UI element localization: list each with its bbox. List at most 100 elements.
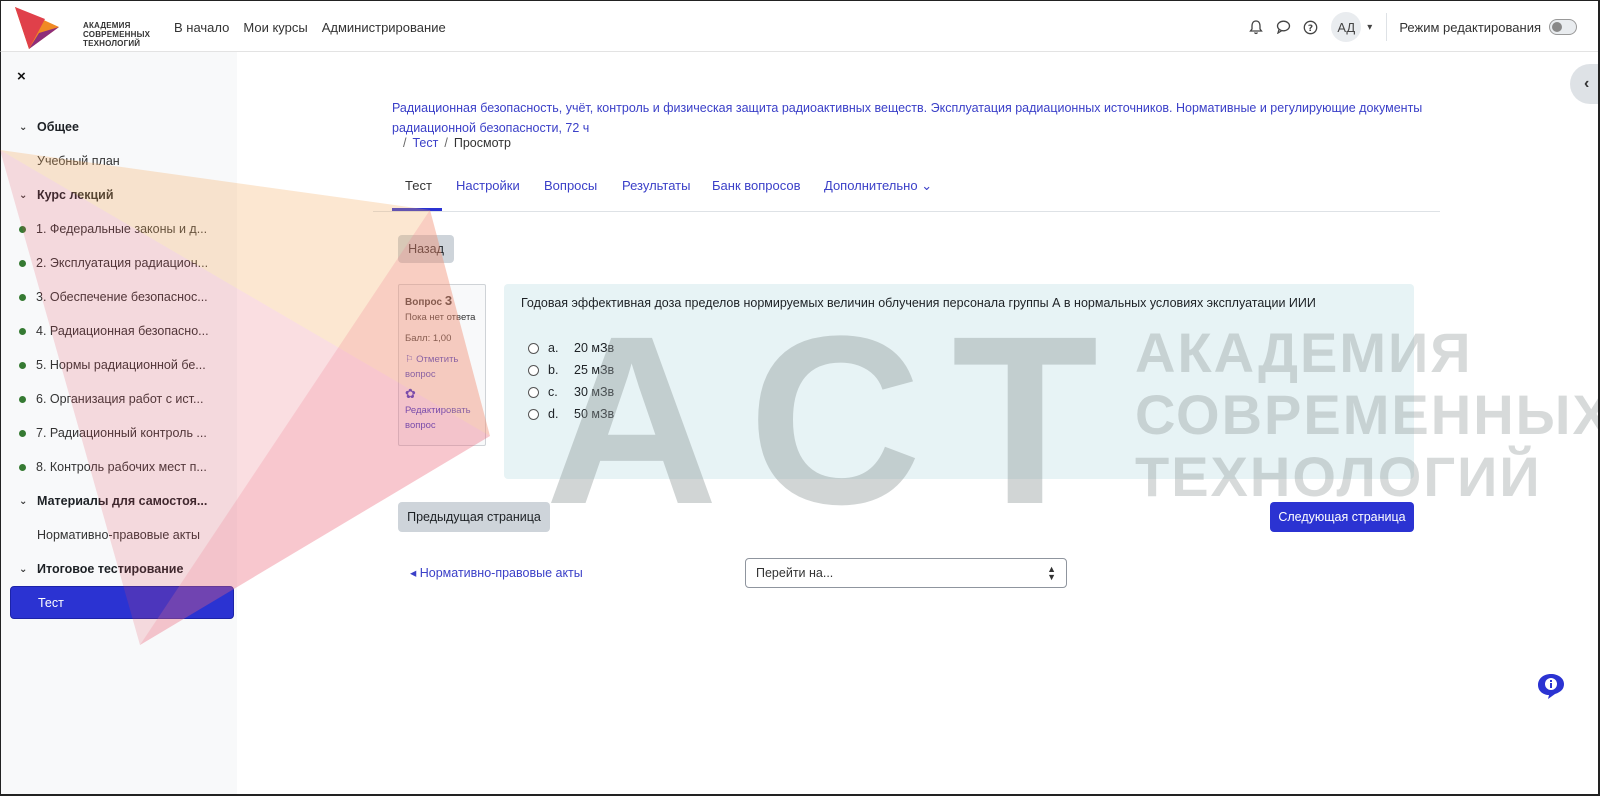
answer-radio[interactable] — [528, 386, 539, 398]
primary-nav: В начало Мои курсы Администрирование — [174, 20, 446, 35]
course-index-drawer: × ⌄ Общее Учебный план ⌄ Курс лекций 1. Федер… — [0, 52, 237, 796]
previous-activity-link[interactable]: ◂ Нормативно-правовые акты — [410, 565, 583, 580]
completion-dot-icon — [19, 293, 26, 301]
breadcrumb-separator: / — [444, 136, 448, 150]
question-label: Вопрос — [405, 297, 443, 308]
user-menu-area: ? АД ▾ Режим редактирования — [1248, 11, 1577, 43]
course-index-label: Тест — [38, 595, 64, 610]
chevron-left-icon: ‹ — [1584, 75, 1590, 92]
edit-question-link[interactable]: ✿ Редактировать вопрос — [405, 386, 479, 433]
edit-mode-toggle[interactable] — [1549, 19, 1577, 35]
flag-icon: ⚐ — [405, 354, 414, 365]
back-button[interactable]: Назад — [398, 235, 454, 263]
course-title-link[interactable]: Радиационная безопасность, учёт, контрол… — [392, 98, 1432, 138]
course-index-item[interactable]: Нормативно-правовые акты — [1, 518, 238, 552]
tab-more-label: Дополнительно — [824, 178, 918, 193]
course-index-activity[interactable]: 1. Федеральные законы и д... — [1, 212, 238, 246]
tab-results[interactable]: Результаты — [622, 178, 690, 193]
course-section[interactable]: ⌄ Материалы для самостоя... — [1, 484, 238, 518]
course-index-activity[interactable]: 4. Радиационная безопасно... — [1, 314, 238, 348]
course-index-label: 6. Организация работ с ист... — [36, 392, 204, 406]
answer-radio[interactable] — [528, 364, 539, 376]
completion-dot-icon — [19, 395, 26, 403]
completion-dot-icon — [19, 259, 26, 267]
chevron-down-icon[interactable]: ▾ — [1367, 22, 1372, 33]
course-index-activity[interactable]: 3. Обеспечение безопаснос... — [1, 280, 238, 314]
course-index-label: Общее — [37, 120, 79, 134]
course-index-label: 7. Радиационный контроль ... — [36, 426, 207, 440]
answer-option[interactable]: b. 25 мЗв — [528, 359, 614, 381]
course-index: ⌄ Общее Учебный план ⌄ Курс лекций 1. Федерал… — [1, 110, 238, 619]
question-number-value: 3 — [444, 293, 453, 308]
flag-question-link[interactable]: ⚐ Отметить вопрос — [405, 352, 479, 382]
tab-settings[interactable]: Настройки — [456, 178, 520, 193]
tab-quiz[interactable]: Тест — [405, 178, 432, 193]
previous-page-button[interactable]: Предыдущая страница — [398, 502, 550, 532]
chat-icon[interactable] — [1275, 19, 1291, 35]
header-divider — [1386, 13, 1388, 41]
course-index-activity[interactable]: 8. Контроль рабочих мест п... — [1, 450, 238, 484]
course-section[interactable]: ⌄ Итоговое тестирование — [1, 552, 238, 586]
answer-text: 30 мЗв — [574, 385, 615, 399]
course-index-label: Курс лекций — [37, 188, 114, 202]
answer-option[interactable]: c. 30 мЗв — [528, 381, 614, 403]
nav-home[interactable]: В начало — [174, 20, 229, 35]
select-arrows-icon: ▲ ▼ — [1047, 564, 1056, 582]
course-index-label: Учебный план — [37, 154, 120, 168]
avatar[interactable]: АД — [1331, 12, 1362, 42]
course-index-activity[interactable]: 6. Организация работ с ист... — [1, 382, 238, 416]
completion-dot-icon — [19, 225, 26, 233]
answer-radio[interactable] — [528, 342, 539, 354]
course-index-label: 4. Радиационная безопасно... — [36, 324, 209, 338]
nav-my-courses[interactable]: Мои курсы — [243, 20, 307, 35]
next-page-button[interactable]: Следующая страница — [1270, 502, 1414, 532]
course-index-activity[interactable]: 2. Эксплуатация радиацион... — [1, 246, 238, 280]
tab-questions[interactable]: Вопросы — [544, 178, 597, 193]
completion-dot-icon — [19, 463, 26, 471]
course-index-activity[interactable]: 7. Радиационный контроль ... — [1, 416, 238, 450]
answer-radio[interactable] — [528, 408, 539, 420]
course-index-item-active[interactable]: Тест — [10, 586, 234, 619]
completion-dot-icon — [19, 429, 26, 437]
help-icon[interactable]: ? — [1302, 19, 1318, 35]
completion-dot-icon — [19, 327, 26, 335]
chevron-down-icon[interactable]: ⌄ — [19, 564, 31, 575]
site-logo[interactable]: АКАДЕМИЯ СОВРЕМЕННЫХ ТЕХНОЛОГИЙ — [15, 7, 155, 49]
jump-to-placeholder: Перейти на... — [756, 566, 834, 580]
breadcrumb: / Тест / Просмотр — [397, 136, 511, 150]
chevron-down-icon[interactable]: ⌄ — [19, 190, 31, 201]
breadcrumb-quiz-link[interactable]: Тест — [412, 136, 438, 150]
course-section[interactable]: ⌄ Курс лекций — [1, 178, 238, 212]
jump-to-select[interactable]: Перейти на... ▲ ▼ — [745, 558, 1067, 588]
question-state: Пока нет ответа — [405, 312, 476, 323]
edit-mode-label: Режим редактирования — [1399, 19, 1541, 35]
nav-administration[interactable]: Администрирование — [322, 20, 446, 35]
answer-options: a. 20 мЗв b. 25 мЗв c. 30 мЗв d. 50 мЗв — [528, 337, 614, 425]
svg-text:?: ? — [1308, 23, 1313, 33]
tab-more[interactable]: Дополнительно ⌄ — [824, 178, 932, 194]
tab-question-bank[interactable]: Банк вопросов — [712, 178, 801, 193]
answer-option[interactable]: a. 20 мЗв — [528, 337, 614, 359]
question-text: Годовая эффективная доза пределов нормир… — [521, 296, 1316, 310]
course-index-activity[interactable]: 5. Нормы радиационной бе... — [1, 348, 238, 382]
open-block-drawer-button[interactable]: ‹ — [1570, 64, 1600, 104]
answer-text: 25 мЗв — [574, 363, 615, 377]
answer-text: 50 мЗв — [574, 407, 615, 421]
chevron-down-icon[interactable]: ⌄ — [19, 496, 31, 507]
course-index-label: 2. Эксплуатация радиацион... — [36, 256, 209, 270]
help-chat-icon[interactable] — [1536, 672, 1566, 700]
course-index-label: Нормативно-правовые акты — [37, 528, 201, 542]
course-index-label: Итоговое тестирование — [37, 562, 184, 576]
answer-letter: c. — [548, 385, 558, 399]
chevron-down-icon[interactable]: ⌄ — [19, 122, 31, 133]
answer-letter: d. — [548, 407, 559, 421]
logo-text: АКАДЕМИЯ СОВРЕМЕННЫХ ТЕХНОЛОГИЙ — [83, 21, 151, 48]
course-index-label: 5. Нормы радиационной бе... — [36, 358, 206, 372]
question-content: Годовая эффективная доза пределов нормир… — [504, 284, 1414, 479]
course-index-item[interactable]: Учебный план — [1, 144, 238, 178]
answer-option[interactable]: d. 50 мЗв — [528, 403, 614, 425]
close-drawer-icon[interactable]: × — [17, 68, 26, 85]
edit-question-label: Редактировать вопрос — [405, 405, 471, 431]
course-section[interactable]: ⌄ Общее — [1, 110, 238, 144]
bell-icon[interactable] — [1248, 19, 1264, 35]
